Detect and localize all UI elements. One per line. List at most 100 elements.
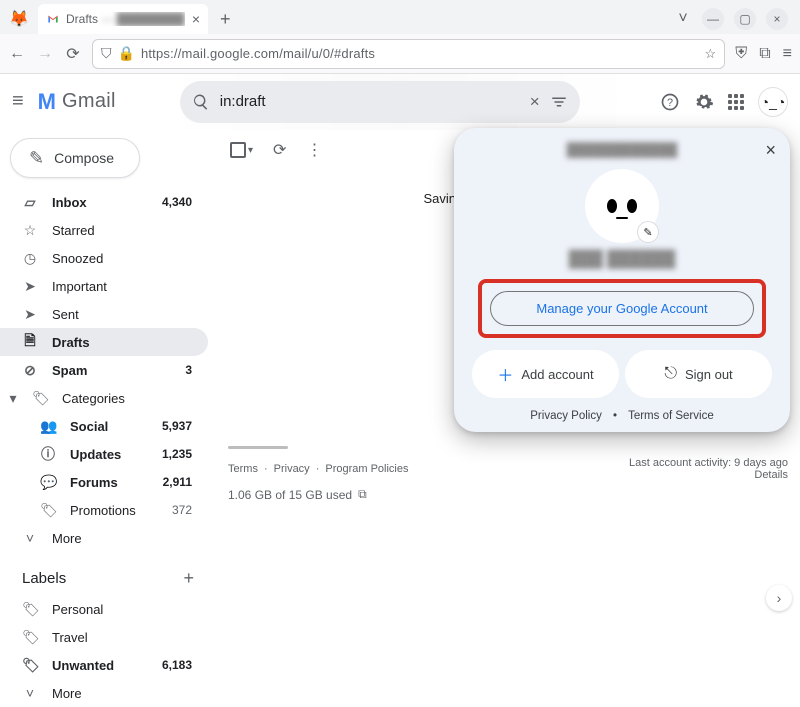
compose-label: Compose — [54, 150, 114, 166]
support-icon[interactable]: ? — [660, 92, 680, 112]
firefox-logo-icon: 🦊 — [6, 6, 32, 32]
label-icon: 🏷 — [32, 390, 48, 407]
main-menu-icon[interactable]: ≡ — [12, 90, 24, 113]
browser-chrome: 🦊 Drafts — ████████ × + ˅ — ▢ × ← → ⟳ ⛉ … — [0, 0, 800, 74]
tab-bar: 🦊 Drafts — ████████ × + ˅ — ▢ × — [0, 0, 800, 34]
sidebar-item-starred[interactable]: ☆Starred — [0, 216, 208, 244]
important-icon: ➤ — [22, 278, 38, 295]
bookmark-star-icon[interactable]: ☆ — [705, 46, 717, 62]
privacy-link[interactable]: Privacy — [274, 463, 310, 475]
new-tab-button[interactable]: + — [214, 9, 237, 30]
label-personal[interactable]: 🏷Personal — [0, 595, 208, 623]
sidebar-item-sent[interactable]: ➤Sent — [0, 300, 208, 328]
search-icon[interactable] — [192, 93, 210, 111]
url-text: https://mail.google.com/mail/u/0/#drafts — [141, 46, 375, 61]
account-actions: ＋Add account ⎋Sign out — [472, 350, 772, 398]
window-minimize-button[interactable]: — — [702, 8, 724, 30]
chevron-down-icon: ˅ — [22, 530, 38, 546]
app-menu-icon[interactable]: ≡ — [783, 45, 792, 63]
social-icon: 👥 — [40, 418, 56, 435]
sidebar: ✎ Compose ▱Inbox4,340 ☆Starred ◷Snoozed … — [0, 130, 208, 617]
privacy-policy-link[interactable]: Privacy Policy — [530, 410, 602, 422]
sidebar-item-drafts[interactable]: 🗎Drafts — [0, 328, 208, 356]
spam-icon: ⊘ — [22, 362, 38, 379]
url-box[interactable]: ⛉ 🔒 https://mail.google.com/mail/u/0/#dr… — [92, 39, 725, 69]
labels-more[interactable]: ˅More — [0, 679, 208, 707]
window-maximize-button[interactable]: ▢ — [734, 8, 756, 30]
tab-title: Drafts — ████████ — [66, 12, 185, 26]
terms-link[interactable]: Terms — [228, 463, 258, 475]
account-avatar-button[interactable]: ◔_◔ — [758, 87, 788, 117]
account-name: ███ ██████ — [468, 251, 776, 269]
window-close-button[interactable]: × — [766, 8, 788, 30]
sidebar-item-inbox[interactable]: ▱Inbox4,340 — [0, 188, 208, 216]
more-actions-icon[interactable]: ⋮ — [306, 140, 322, 160]
promotions-icon: 🏷 — [40, 502, 56, 519]
forums-icon: 💬 — [40, 474, 56, 491]
refresh-button[interactable]: ⟳ — [273, 140, 286, 160]
search-options-icon[interactable] — [550, 93, 568, 111]
star-icon: ☆ — [22, 222, 38, 239]
chevron-down-icon[interactable]: ▾ — [248, 145, 253, 156]
sidebar-item-forums[interactable]: 💬Forums2,911 — [0, 468, 208, 496]
edit-avatar-icon[interactable]: ✎ — [637, 221, 659, 243]
back-button[interactable]: ← — [8, 45, 26, 63]
program-policies-link[interactable]: Program Policies — [325, 463, 408, 475]
compose-button[interactable]: ✎ Compose — [10, 138, 140, 178]
sidebar-item-categories[interactable]: ▾🏷Categories — [0, 384, 208, 412]
label-icon: 🏷 — [22, 629, 38, 646]
terms-of-service-link[interactable]: Terms of Service — [628, 410, 714, 422]
google-apps-icon[interactable] — [728, 94, 744, 110]
account-popover: × ████████████ ✎ ███ ██████ Manage your … — [454, 128, 790, 432]
gmail-logo[interactable]: M Gmail — [38, 89, 116, 115]
close-tab-icon[interactable]: × — [192, 11, 200, 27]
lock-icon: 🔒 — [118, 45, 135, 62]
sidebar-item-promotions[interactable]: 🏷Promotions372 — [0, 496, 208, 524]
plus-icon: ＋ — [497, 362, 513, 386]
sidebar-item-more[interactable]: ˅More — [0, 524, 208, 552]
nav-list: ▱Inbox4,340 ☆Starred ◷Snoozed ➤Important… — [0, 188, 208, 552]
sidebar-item-updates[interactable]: ⓘUpdates1,235 — [0, 440, 208, 468]
footer-links: Terms · Privacy · Program Policies Last … — [222, 457, 794, 481]
sidebar-item-snoozed[interactable]: ◷Snoozed — [0, 244, 208, 272]
settings-gear-icon[interactable] — [694, 92, 714, 112]
storage-usage: 1.06 GB of 15 GB used ⧉ — [222, 487, 794, 502]
browser-tab[interactable]: Drafts — ████████ × — [38, 4, 208, 34]
account-avatar[interactable]: ✎ — [585, 169, 659, 243]
search-input[interactable] — [220, 93, 520, 110]
forward-button: → — [36, 45, 54, 63]
side-panel-toggle[interactable]: › — [766, 585, 792, 611]
open-storage-icon[interactable]: ⧉ — [358, 487, 367, 502]
add-label-button[interactable]: + — [183, 568, 194, 589]
gmail-header: ≡ M Gmail × ? ◔_◔ — [0, 74, 800, 130]
gmail-m-icon: M — [38, 89, 56, 115]
extensions-icon[interactable]: ⧉ — [759, 45, 770, 63]
last-activity-text: Last account activity: 9 days ago — [629, 457, 788, 469]
search-bar[interactable]: × — [180, 81, 580, 123]
account-email: ████████████ — [468, 142, 776, 157]
address-bar: ← → ⟳ ⛉ 🔒 https://mail.google.com/mail/u… — [0, 34, 800, 74]
details-link[interactable]: Details — [754, 469, 788, 481]
select-all-checkbox[interactable]: ▾ — [230, 142, 253, 158]
sidebar-item-important[interactable]: ➤Important — [0, 272, 208, 300]
label-unwanted[interactable]: 🏷Unwanted6,183 — [0, 651, 208, 679]
reload-button[interactable]: ⟳ — [64, 44, 82, 64]
sidebar-item-spam[interactable]: ⊘Spam3 — [0, 356, 208, 384]
pencil-icon: ✎ — [29, 148, 44, 169]
tab-overflow-icon[interactable]: ˅ — [674, 10, 692, 28]
labels-header: Labels + — [0, 552, 208, 595]
tutorial-highlight: Manage your Google Account — [478, 279, 766, 338]
clear-search-icon[interactable]: × — [530, 92, 540, 112]
scroll-indicator — [228, 446, 288, 449]
shield-icon: ⛉ — [101, 45, 112, 62]
sidebar-item-social[interactable]: 👥Social5,937 — [0, 412, 208, 440]
popover-footer: Privacy Policy • Terms of Service — [468, 410, 776, 422]
manage-account-button[interactable]: Manage your Google Account — [490, 291, 754, 326]
add-account-button[interactable]: ＋Add account — [472, 350, 619, 398]
label-travel[interactable]: 🏷Travel — [0, 623, 208, 651]
drafts-icon: 🗎 — [22, 330, 38, 354]
sign-out-button[interactable]: ⎋Sign out — [625, 350, 772, 398]
label-icon: 🏷 — [22, 657, 38, 674]
pocket-icon[interactable]: ⛨ — [735, 45, 747, 63]
inbox-icon: ▱ — [22, 194, 38, 211]
